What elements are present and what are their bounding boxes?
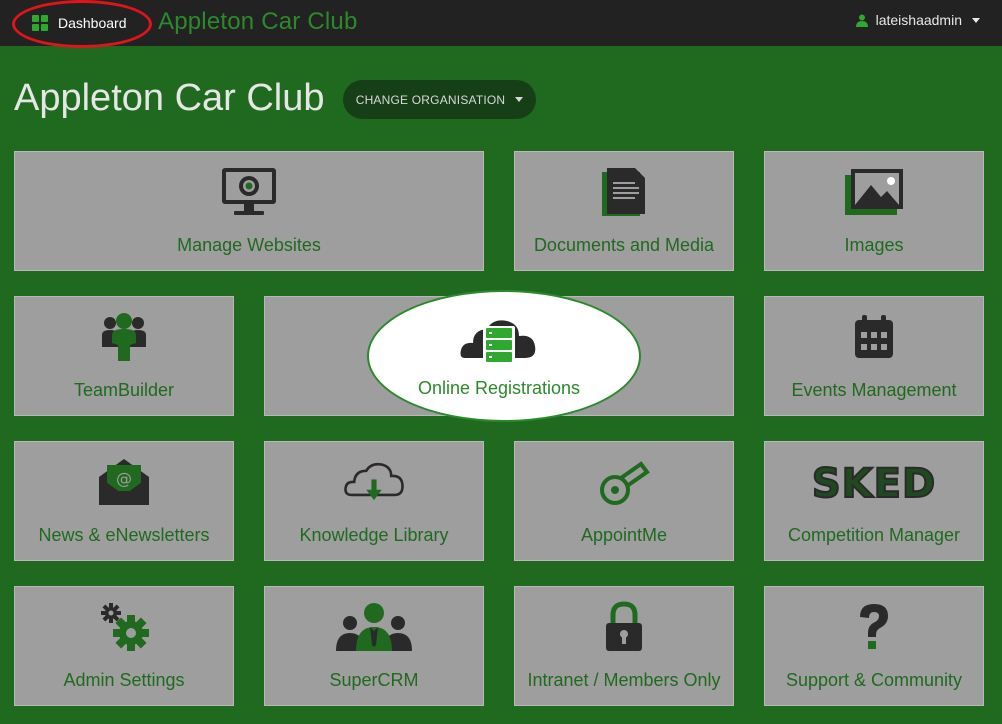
cloud-download-icon [343, 454, 405, 510]
tile-manage-websites[interactable]: Manage Websites [14, 151, 484, 271]
tile-label: Admin Settings [63, 670, 185, 690]
sked-logo: SKED [809, 456, 939, 512]
cloud-server-icon [459, 316, 539, 366]
dashboard-label: Dashboard [58, 15, 127, 31]
tile-label: TeamBuilder [73, 380, 175, 400]
tile-intranet-members[interactable]: Intranet / Members Only [514, 586, 734, 706]
tile-news-enewsletters[interactable]: @ News & eNewsletters [14, 441, 234, 561]
tile-label: Intranet / Members Only [527, 670, 721, 690]
tile-supercrm[interactable]: SuperCRM [264, 586, 484, 706]
grid-icon [32, 15, 48, 31]
tile-teambuilder[interactable]: TeamBuilder [14, 296, 234, 416]
tile-admin-settings[interactable]: Admin Settings [14, 586, 234, 706]
document-icon [593, 164, 655, 220]
whistle-icon [593, 454, 655, 510]
tile-label: Competition Manager [787, 525, 961, 545]
padlock-icon [593, 599, 655, 655]
tile-events-management[interactable]: Events Management [764, 296, 984, 416]
tile-label: Knowledge Library [299, 525, 449, 545]
people-icon [334, 599, 414, 655]
tile-label: Manage Websites [177, 235, 321, 255]
tile-support-community[interactable]: Support & Community [764, 586, 984, 706]
image-icon [843, 164, 905, 220]
svg-text:@: @ [116, 469, 132, 488]
tile-label: Support & Community [785, 670, 963, 690]
user-icon [855, 14, 868, 27]
tile-competition-manager[interactable]: SKED Competition Manager [764, 441, 984, 561]
tile-label: SuperCRM [329, 670, 419, 690]
sked-logo-text: SKED [811, 460, 937, 508]
page-title: Appleton Car Club [14, 77, 325, 119]
tile-label: Documents and Media [533, 235, 715, 255]
dashboard-button[interactable]: Dashboard [22, 8, 137, 38]
brand-title[interactable]: Appleton Car Club [158, 8, 358, 36]
tile-label: Online Registrations [417, 378, 581, 398]
user-menu[interactable]: lateishaadmin [855, 12, 980, 28]
tile-label: Events Management [791, 380, 957, 400]
change-organisation-label: CHANGE ORGANISATION [355, 92, 506, 107]
username: lateishaadmin [875, 12, 962, 28]
calendar-icon [843, 309, 905, 365]
tile-label: Images [844, 235, 904, 255]
change-organisation-button[interactable]: CHANGE ORGANISATION [343, 80, 536, 119]
tile-images[interactable]: Images [764, 151, 984, 271]
gears-icon [93, 599, 155, 655]
tile-label: AppointMe [580, 525, 668, 545]
tile-label: News & eNewsletters [38, 525, 210, 545]
team-icon [93, 309, 155, 365]
question-icon [843, 599, 905, 655]
tile-appointme[interactable]: AppointMe [514, 441, 734, 561]
monitor-icon [218, 164, 280, 220]
tile-knowledge-library[interactable]: Knowledge Library [264, 441, 484, 561]
chevron-down-icon [515, 97, 524, 102]
tile-documents-media[interactable]: Documents and Media [514, 151, 734, 271]
envelope-at-icon: @ [93, 454, 155, 510]
chevron-down-icon [972, 17, 980, 23]
top-navbar: Dashboard Appleton Car Club lateishaadmi… [0, 0, 1002, 48]
